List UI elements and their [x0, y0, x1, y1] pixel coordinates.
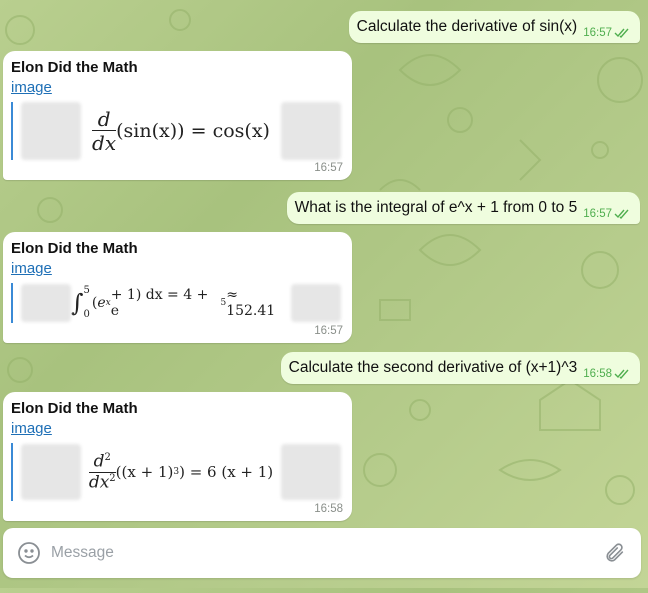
link-preview[interactable]: ∫ 5 0 (e x + 1) dx = 4 + e5 ≈ 152.41 [11, 283, 349, 323]
formula-image: d dx (sin(x)) = cos(x) [81, 102, 281, 160]
outgoing-message[interactable]: Calculate the derivative of sin(x) 16:57 [348, 11, 640, 43]
sender-name: Elon Did the Math [11, 59, 138, 76]
integral-upper-bound: 5 [83, 285, 90, 296]
message-meta: 16:57 [583, 27, 630, 39]
message-time: 16:57 [583, 208, 612, 220]
incoming-message[interactable]: Elon Did the Math image d2 dx2 ((x + 1) 3… [3, 392, 352, 521]
emoji-smile-icon[interactable] [15, 539, 43, 567]
formula-expression: ) = 6 (x + 1) [179, 463, 274, 481]
formula-denominator: dx [92, 130, 117, 155]
link-preview[interactable]: d dx (sin(x)) = cos(x) [11, 102, 349, 160]
incoming-message[interactable]: Elon Did the Math image d dx (sin(x)) = … [3, 51, 352, 180]
formula-expression: (sin(x)) = cos(x) [116, 120, 270, 142]
message-time: 16:57 [314, 325, 343, 337]
blurred-thumbnail [281, 444, 341, 500]
formula-expression: ((x + 1) [115, 463, 174, 481]
double-check-icon [614, 209, 629, 219]
message-text: Calculate the derivative of sin(x) [356, 18, 578, 35]
paperclip-icon[interactable] [601, 539, 629, 567]
image-link[interactable]: image [11, 420, 52, 437]
message-time: 16:57 [583, 27, 612, 39]
message-meta: 16:58 [583, 368, 630, 380]
formula-image: d2 dx2 ((x + 1) 3) = 6 (x + 1) [81, 443, 281, 501]
incoming-message[interactable]: Elon Did the Math image ∫ 5 0 (e x + 1) d… [3, 232, 352, 343]
blurred-thumbnail [291, 284, 341, 322]
sender-name: Elon Did the Math [11, 400, 138, 417]
formula-base: e [97, 295, 106, 311]
message-text: What is the integral of e^x + 1 from 0 t… [294, 199, 578, 216]
blurred-thumbnail [21, 102, 81, 160]
sender-name: Elon Did the Math [11, 240, 138, 257]
double-check-icon [614, 28, 629, 38]
formula-expression: + 1) dx = 4 + e [110, 287, 209, 319]
blurred-thumbnail [21, 284, 71, 322]
message-input[interactable] [43, 543, 601, 563]
message-time: 16:58 [314, 503, 343, 515]
formula-numerator: d [93, 451, 105, 472]
blurred-thumbnail [281, 102, 341, 160]
message-meta: 16:57 [583, 208, 630, 220]
formula-denominator: dx [88, 472, 110, 493]
formula-approximation: ≈ 152.41 [226, 287, 276, 319]
blurred-thumbnail [21, 444, 81, 500]
formula-exponent: 2 [104, 452, 111, 464]
integral-lower-bound: 0 [83, 309, 90, 320]
message-time: 16:58 [583, 368, 612, 380]
image-link[interactable]: image [11, 260, 52, 277]
outgoing-message[interactable]: What is the integral of e^x + 1 from 0 t… [286, 192, 640, 224]
image-link[interactable]: image [11, 79, 52, 96]
link-preview[interactable]: d2 dx2 ((x + 1) 3) = 6 (x + 1) [11, 443, 349, 501]
message-composer[interactable] [3, 528, 641, 578]
message-text: Calculate the second derivative of (x+1)… [288, 359, 578, 376]
double-check-icon [614, 369, 629, 379]
formula-numerator: d [97, 107, 111, 131]
outgoing-message[interactable]: Calculate the second derivative of (x+1)… [280, 352, 640, 384]
message-time: 16:57 [314, 162, 343, 174]
formula-image: ∫ 5 0 (e x + 1) dx = 4 + e5 ≈ 152.41 [71, 283, 291, 323]
